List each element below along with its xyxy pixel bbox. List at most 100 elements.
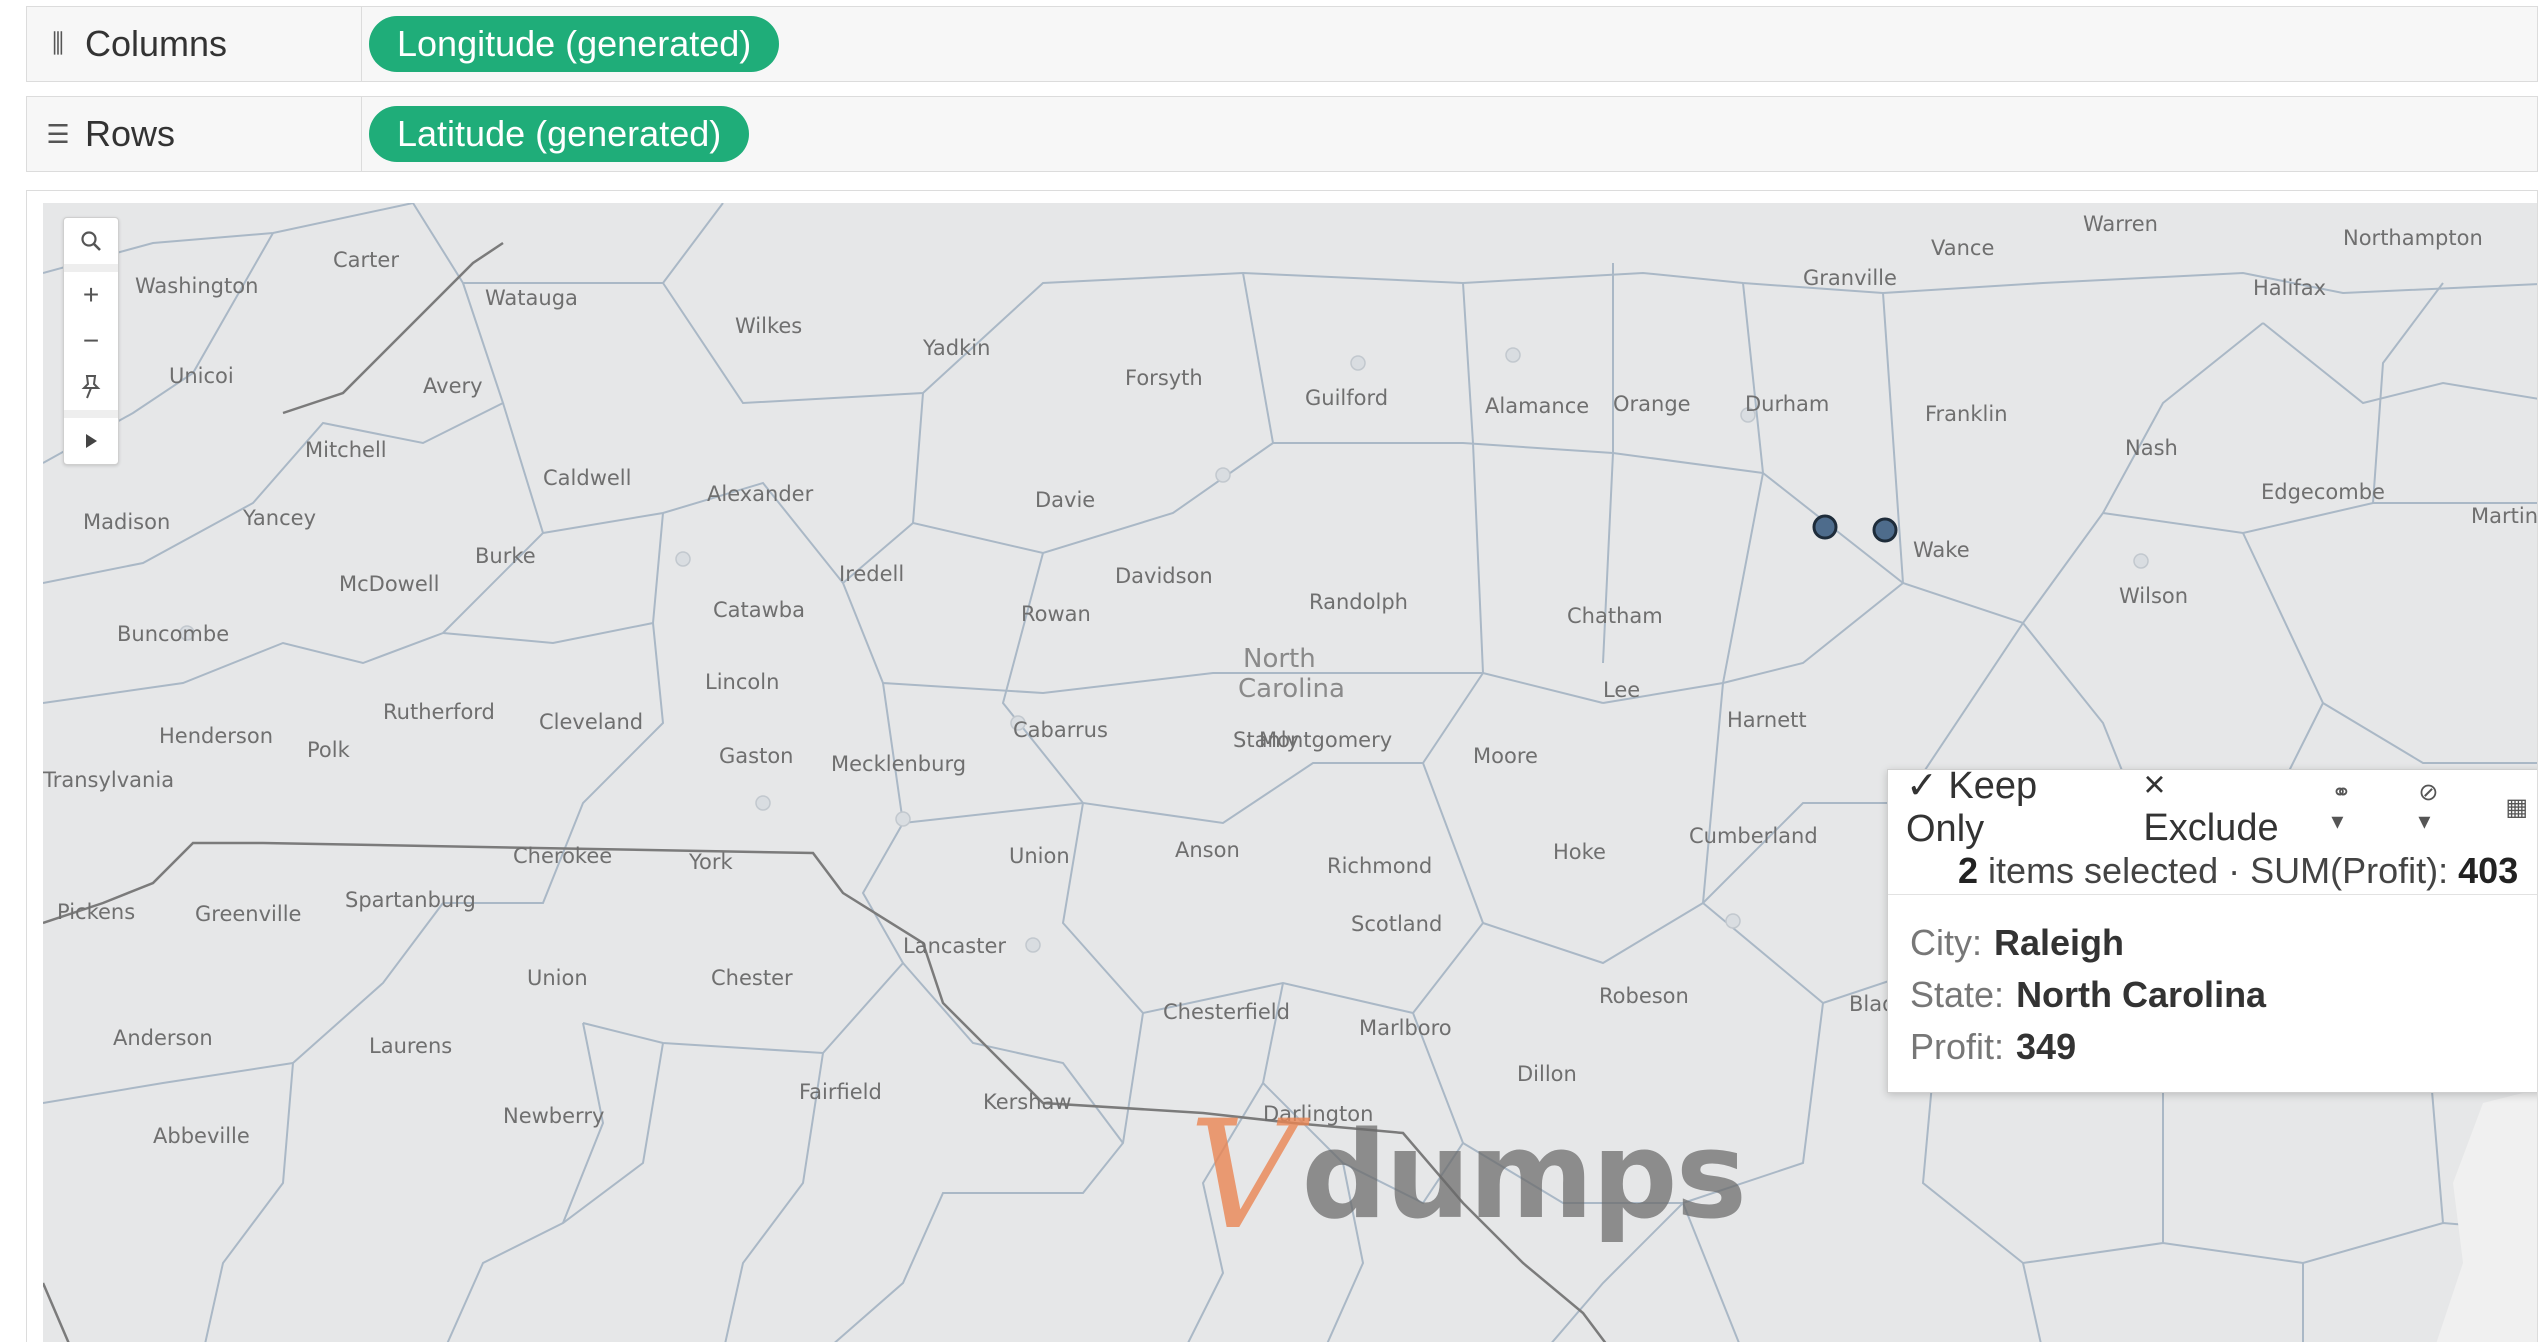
county-label: Nash (2125, 436, 2178, 460)
county-label: Mecklenburg (831, 752, 966, 776)
county-label: Guilford (1305, 386, 1388, 410)
county-label: Dillon (1517, 1062, 1577, 1086)
summary-text: items selected · SUM(Profit): (1988, 850, 2449, 891)
county-label: Chatham (1567, 604, 1663, 628)
county-label: Cumberland (1689, 824, 1818, 848)
selected-count: 2 (1958, 850, 1979, 891)
county-label: Catawba (713, 598, 805, 622)
county-label: Greenville (195, 902, 301, 926)
map-view[interactable]: Warren Northampton Carter Washington Watauga… (26, 190, 2538, 1342)
county-label: Newberry (503, 1104, 604, 1128)
tooltip-state-row: State: North Carolina (1910, 974, 2266, 1016)
zoom-out-button[interactable]: − (64, 318, 118, 364)
map-mark-selected[interactable] (1812, 514, 1838, 540)
county-label: Cabarrus (1013, 718, 1108, 742)
toolbar-separator (64, 410, 118, 418)
longitude-pill[interactable]: Longitude (generated) (369, 16, 780, 72)
columns-label: Columns (85, 23, 228, 64)
sum-profit-value: 403 (2458, 850, 2519, 891)
rows-label: Rows (85, 113, 176, 154)
tooltip-profit-row: Profit: 349 (1910, 1026, 2076, 1068)
county-label: Davidson (1115, 564, 1213, 588)
pin-icon[interactable] (64, 364, 118, 410)
search-icon[interactable] (64, 218, 118, 264)
county-label: Hoke (1553, 840, 1606, 864)
watermark-text: dumps (1301, 1106, 1747, 1246)
city-label: City: (1910, 922, 1982, 963)
county-label: Lee (1603, 678, 1640, 702)
county-label: Henderson (159, 724, 273, 748)
county-label: Davie (1035, 488, 1095, 512)
county-label: Kershaw (983, 1090, 1072, 1114)
county-label: Burke (475, 544, 536, 568)
county-label: Wake (1913, 538, 1970, 562)
county-label: Granville (1803, 266, 1897, 290)
county-label: Wilson (2119, 584, 2188, 608)
county-label: Anderson (113, 1026, 213, 1050)
profit-label: Profit: (1910, 1026, 2005, 1067)
county-label: Scotland (1351, 912, 1442, 936)
county-label: Lancaster (903, 934, 1006, 958)
county-label: Union (527, 966, 588, 990)
county-label: Rutherford (383, 700, 495, 724)
county-label: Durham (1745, 392, 1829, 416)
county-label: Orange (1613, 392, 1691, 416)
county-label: Richmond (1327, 854, 1432, 878)
county-label: Mitchell (305, 438, 387, 462)
county-label: Montgomery (1259, 728, 1392, 752)
county-label: Yadkin (922, 336, 990, 360)
county-label: Martin (2471, 504, 2538, 528)
county-label: York (688, 850, 734, 874)
rows-shelf-header: ☰ Rows (27, 97, 362, 171)
county-label: Buncombe (117, 622, 229, 646)
columns-icon: ⫼ (52, 28, 64, 58)
selection-summary: 2 items selected · SUM(Profit): 403 (1958, 850, 2518, 892)
county-label: Spartanburg (345, 888, 476, 912)
county-label: McDowell (339, 572, 439, 596)
state-label-line-2: Carolina (1238, 674, 1345, 704)
county-label: Unicoi (169, 364, 234, 388)
profit-value: 349 (2016, 1026, 2077, 1067)
exclude-button[interactable]: × Exclude (2143, 764, 2303, 850)
expand-icon[interactable] (64, 418, 118, 464)
state-label: State: (1910, 974, 2005, 1015)
county-label: Watauga (485, 286, 578, 310)
county-label: Union (1009, 844, 1070, 868)
map-mark-selected[interactable] (1872, 517, 1898, 543)
zoom-in-button[interactable]: + (64, 272, 118, 318)
county-label: Edgecombe (2261, 480, 2385, 504)
view-data-icon[interactable]: ▦ (2505, 793, 2528, 822)
county-label: Robeson (1599, 984, 1689, 1008)
rows-shelf: ☰ Rows Latitude (generated) (26, 96, 2538, 172)
county-label: Warren (2083, 212, 2158, 236)
toolbar-separator (64, 264, 118, 272)
county-label: Forsyth (1125, 366, 1203, 390)
state-value: North Carolina (2016, 974, 2267, 1015)
watermark-v: V (1189, 1089, 1298, 1263)
county-label: Alamance (1485, 394, 1589, 418)
latitude-pill[interactable]: Latitude (generated) (369, 106, 750, 162)
create-set-icon[interactable]: ⊘ ▾ (2418, 778, 2455, 836)
group-members-icon[interactable]: ⚭ ▾ (2331, 778, 2368, 836)
county-label: Wilkes (735, 314, 802, 338)
county-label: Iredell (839, 562, 904, 586)
county-label: Laurens (369, 1034, 452, 1058)
county-label: Chesterfield (1163, 1000, 1290, 1024)
county-label: Lincoln (705, 670, 779, 694)
city-value: Raleigh (1994, 922, 2125, 963)
county-label: Vance (1931, 236, 1994, 260)
county-label: Gaston (719, 744, 793, 768)
keep-only-button[interactable]: ✓ Keep Only (1906, 763, 2115, 851)
county-label: Caldwell (543, 466, 631, 490)
county-label: Franklin (1925, 402, 2008, 426)
county-label: Transylvania (43, 768, 174, 792)
map-toolbar: + − (63, 217, 119, 465)
county-label: Washington (135, 274, 258, 298)
tooltip-city-row: City: Raleigh (1910, 922, 2124, 964)
county-label: Pickens (57, 900, 135, 924)
county-label: Northampton (2343, 226, 2483, 250)
county-label: Abbeville (153, 1124, 250, 1148)
county-label: Madison (83, 510, 170, 534)
county-label: Halifax (2253, 276, 2326, 300)
county-label: Polk (307, 738, 351, 762)
